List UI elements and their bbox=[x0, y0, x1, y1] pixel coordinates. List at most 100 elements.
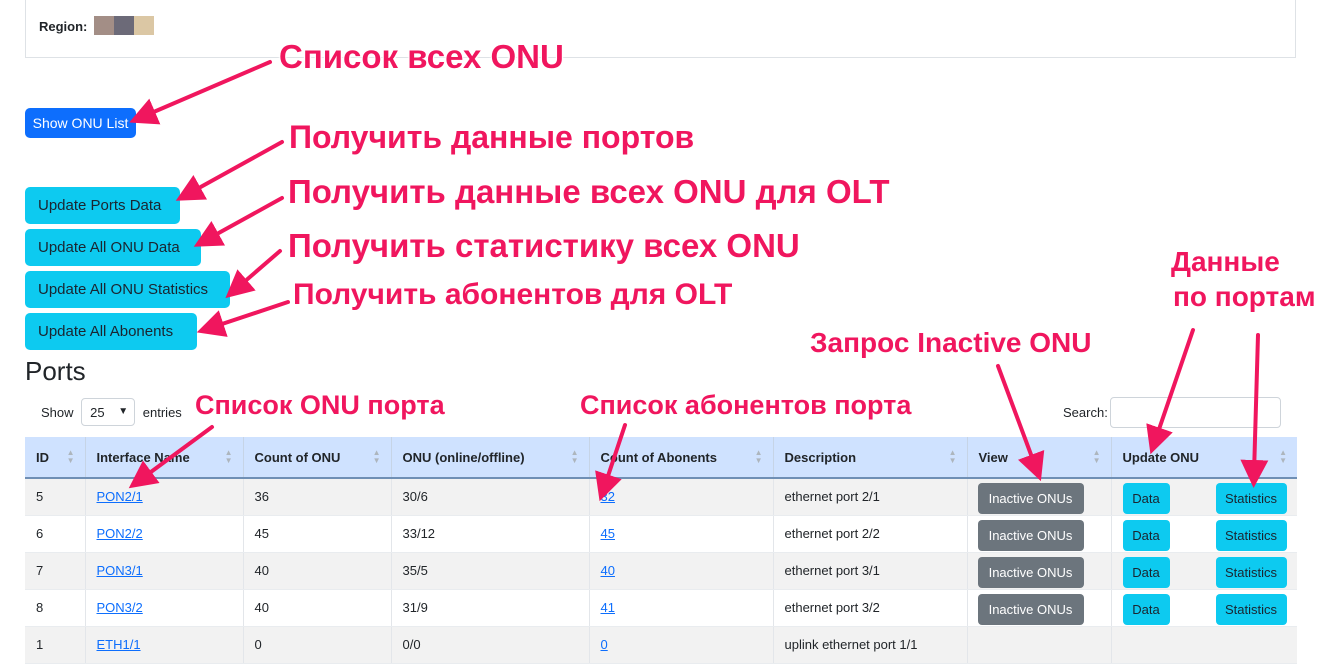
interface-link[interactable]: PON3/1 bbox=[97, 563, 143, 578]
statistics-button[interactable]: Statistics bbox=[1215, 556, 1287, 588]
show-onu-list-button[interactable]: Show ONU List bbox=[25, 108, 136, 138]
cell-count: 40 bbox=[242, 589, 391, 627]
cell-update-onu: Data Statistics bbox=[1110, 552, 1297, 590]
update-all-onu-data-button[interactable]: Update All ONU Data bbox=[25, 229, 201, 266]
sort-icon: ▲ ▼ bbox=[1092, 448, 1101, 465]
cell-abonents: 0 bbox=[588, 626, 773, 664]
interface-link[interactable]: PON2/2 bbox=[97, 526, 143, 541]
cell-id: 1 bbox=[25, 626, 85, 664]
arrow-all-onu-data bbox=[193, 196, 284, 247]
cell-view bbox=[966, 626, 1111, 664]
interface-link[interactable]: ETH1/1 bbox=[97, 637, 141, 652]
entries-label: entries bbox=[142, 404, 182, 420]
arrow-onu-list bbox=[129, 60, 272, 125]
annotation-inactive: Запрос Inactive ONU bbox=[810, 327, 1092, 358]
cell-count: 40 bbox=[242, 552, 391, 590]
cell-update-onu: Data Statistics bbox=[1110, 478, 1297, 516]
data-button[interactable]: Data bbox=[1122, 483, 1170, 514]
arrow-ports-data bbox=[175, 140, 284, 201]
column-header-view[interactable]: View ▲ ▼ bbox=[966, 437, 1111, 479]
cell-interface: PON3/1 bbox=[84, 552, 243, 590]
cell-onu: 31/9 bbox=[390, 589, 589, 627]
region-swatch-2 bbox=[114, 16, 134, 35]
annotation-port-abonents: Список абонентов порта bbox=[580, 390, 912, 420]
cell-description: uplink ethernet port 1/1 bbox=[772, 626, 967, 664]
cell-description: ethernet port 3/1 bbox=[772, 552, 967, 590]
annotation-all-onu-data: Получить данные всех ONU для OLT bbox=[288, 173, 890, 210]
inactive-onus-button[interactable]: Inactive ONUs bbox=[977, 556, 1084, 588]
table-row: 6 PON2/2 45 33/12 45 ethernet port 2/2 I… bbox=[25, 515, 1297, 553]
cell-description: ethernet port 3/2 bbox=[772, 589, 967, 627]
column-header-id[interactable]: ID ▲ ▼ bbox=[25, 437, 85, 479]
sort-icon: ▲ ▼ bbox=[224, 448, 233, 465]
annotation-ports-data: Получить данные портов bbox=[289, 119, 695, 155]
inactive-onus-button[interactable]: Inactive ONUs bbox=[977, 593, 1084, 625]
sort-icon: ▲ ▼ bbox=[66, 448, 75, 465]
annotation-abonents: Получить абонентов для OLT bbox=[293, 278, 733, 311]
search-label: Search: bbox=[1063, 405, 1108, 420]
entries-select-value: 25 bbox=[90, 404, 105, 420]
data-button[interactable]: Data bbox=[1122, 556, 1170, 588]
cell-interface: PON3/2 bbox=[84, 589, 243, 627]
interface-link[interactable]: PON2/1 bbox=[97, 489, 143, 504]
cell-update-onu bbox=[1110, 626, 1297, 664]
abonents-link[interactable]: 45 bbox=[601, 526, 615, 541]
cell-view: Inactive ONUs bbox=[966, 552, 1111, 590]
table-header-row: ID ▲ ▼ Interface Name ▲ ▼ Count of ONU ▲ ▼ ONU… bbox=[25, 437, 1297, 479]
cell-id: 5 bbox=[25, 478, 85, 516]
sort-icon: ▲ ▼ bbox=[754, 448, 763, 465]
cell-view: Inactive ONUs bbox=[966, 515, 1111, 553]
inactive-onus-button[interactable]: Inactive ONUs bbox=[977, 483, 1084, 514]
update-ports-data-button[interactable]: Update Ports Data bbox=[25, 187, 180, 224]
search-input[interactable] bbox=[1110, 397, 1281, 428]
sort-icon: ▲ ▼ bbox=[570, 448, 579, 465]
annotation-port-onu-list: Список ONU порта bbox=[195, 390, 445, 420]
cell-onu: 35/5 bbox=[390, 552, 589, 590]
column-header-update-onu[interactable]: Update ONU ▲ ▼ bbox=[1110, 437, 1297, 479]
ports-title: Ports bbox=[25, 356, 86, 386]
column-header-interface-name[interactable]: Interface Name ▲ ▼ bbox=[84, 437, 243, 479]
statistics-button[interactable]: Statistics bbox=[1215, 519, 1287, 551]
cell-view: Inactive ONUs bbox=[966, 589, 1111, 627]
annotation-onu-list: Список всех ONU bbox=[279, 38, 564, 75]
abonents-link[interactable]: 32 bbox=[601, 489, 615, 504]
cell-id: 7 bbox=[25, 552, 85, 590]
data-button[interactable]: Data bbox=[1122, 519, 1170, 551]
column-header-description[interactable]: Description ▲ ▼ bbox=[772, 437, 967, 479]
entries-select[interactable]: 25 ▼ bbox=[81, 398, 136, 426]
cell-update-onu: Data Statistics bbox=[1110, 515, 1297, 553]
column-header-count-of-abonents[interactable]: Count of Abonents ▲ ▼ bbox=[588, 437, 773, 479]
update-all-onu-statistics-button[interactable]: Update All ONU Statistics bbox=[25, 271, 230, 308]
abonents-link[interactable]: 40 bbox=[601, 563, 615, 578]
sort-icon: ▲ ▼ bbox=[948, 448, 957, 465]
inactive-onus-button[interactable]: Inactive ONUs bbox=[977, 519, 1084, 551]
arrow-all-onu-stats bbox=[225, 249, 282, 299]
column-header-onu-online-offline[interactable]: ONU (online/offline) ▲ ▼ bbox=[390, 437, 589, 479]
cell-onu: 30/6 bbox=[390, 478, 589, 516]
table-row: 1 ETH1/1 0 0/0 0 uplink ethernet port 1/… bbox=[25, 626, 1297, 664]
cell-view: Inactive ONUs bbox=[966, 478, 1111, 516]
table-row: 5 PON2/1 36 30/6 32 ethernet port 2/1 In… bbox=[25, 478, 1297, 516]
update-all-abonents-button[interactable]: Update All Abonents bbox=[25, 313, 197, 350]
abonents-link[interactable]: 41 bbox=[601, 600, 615, 615]
annotation-by-ports-line2: по портам bbox=[1173, 281, 1316, 312]
cell-update-onu: Data Statistics bbox=[1110, 589, 1297, 627]
interface-link[interactable]: PON3/2 bbox=[97, 600, 143, 615]
statistics-button[interactable]: Statistics bbox=[1215, 593, 1287, 625]
cell-abonents: 32 bbox=[588, 478, 773, 516]
cell-description: ethernet port 2/1 bbox=[772, 478, 967, 516]
cell-onu: 0/0 bbox=[390, 626, 589, 664]
sort-icon: ▲ ▼ bbox=[1279, 448, 1287, 465]
table-row: 8 PON3/2 40 31/9 41 ethernet port 3/2 In… bbox=[25, 589, 1297, 627]
cell-id: 6 bbox=[25, 515, 85, 553]
show-label: Show bbox=[41, 404, 74, 420]
statistics-button[interactable]: Statistics bbox=[1215, 483, 1287, 514]
data-button[interactable]: Data bbox=[1122, 593, 1170, 625]
cell-interface: PON2/2 bbox=[84, 515, 243, 553]
cell-onu: 33/12 bbox=[390, 515, 589, 553]
abonents-link[interactable]: 0 bbox=[601, 637, 608, 652]
region-swatch-3 bbox=[134, 16, 154, 35]
show-entries-control: Show 25 ▼ entries bbox=[41, 398, 182, 426]
cell-count: 0 bbox=[242, 626, 391, 664]
column-header-count-of-onu[interactable]: Count of ONU ▲ ▼ bbox=[242, 437, 391, 479]
